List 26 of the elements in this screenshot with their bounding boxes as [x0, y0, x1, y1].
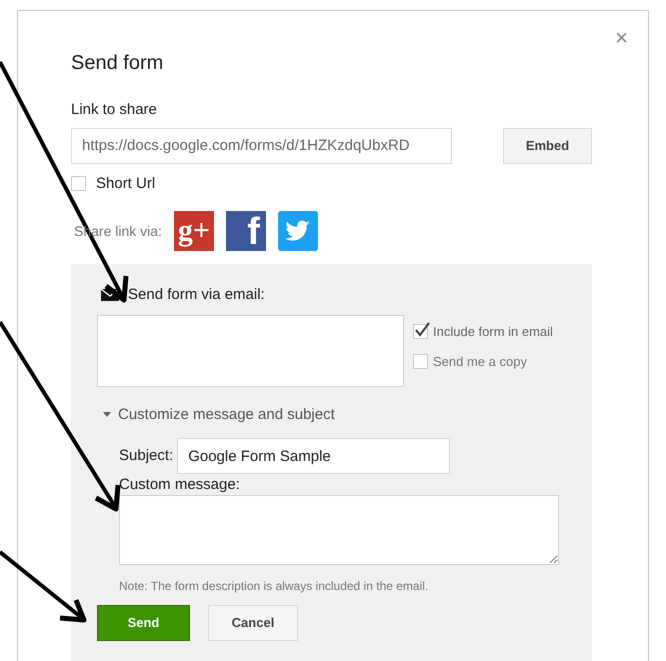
checkbox[interactable] [413, 354, 428, 370]
dialog-title: Send form [71, 51, 164, 75]
facebook-icon[interactable]: f [226, 211, 266, 251]
close-button[interactable]: × [615, 27, 628, 49]
subject-label: Subject: [119, 446, 174, 466]
send-button[interactable]: Send [97, 605, 190, 641]
message-label: Custom message: [119, 475, 241, 495]
option-label: Include form in email [433, 322, 553, 340]
google-plus-icon[interactable]: g+ [174, 211, 214, 251]
checkbox[interactable] [71, 176, 86, 192]
subject-field[interactable]: Google Form Sample [177, 438, 450, 474]
cancel-button[interactable]: Cancel [208, 605, 298, 641]
email-heading: Send form via email: [128, 285, 265, 305]
option-label: Send me a copy [433, 353, 527, 371]
message-field[interactable] [119, 495, 559, 565]
checkbox[interactable] [413, 324, 428, 339]
twitter-bird-icon[interactable] [278, 211, 318, 251]
check-icon [414, 322, 430, 338]
email-recipients-field[interactable] [97, 314, 404, 386]
note-text: Note: The form description is always included in the email. [119, 578, 430, 595]
link-field[interactable]: https://docs.google.com/forms/d/1HZKzdqUbxRD [71, 128, 452, 164]
customize-toggle[interactable]: Customize message and subject [103, 404, 335, 426]
link-label: Link to share [71, 100, 158, 120]
caret-icon [103, 412, 111, 418]
embed-button[interactable]: Embed [503, 128, 592, 164]
short-url-label: Short Url [96, 174, 156, 194]
